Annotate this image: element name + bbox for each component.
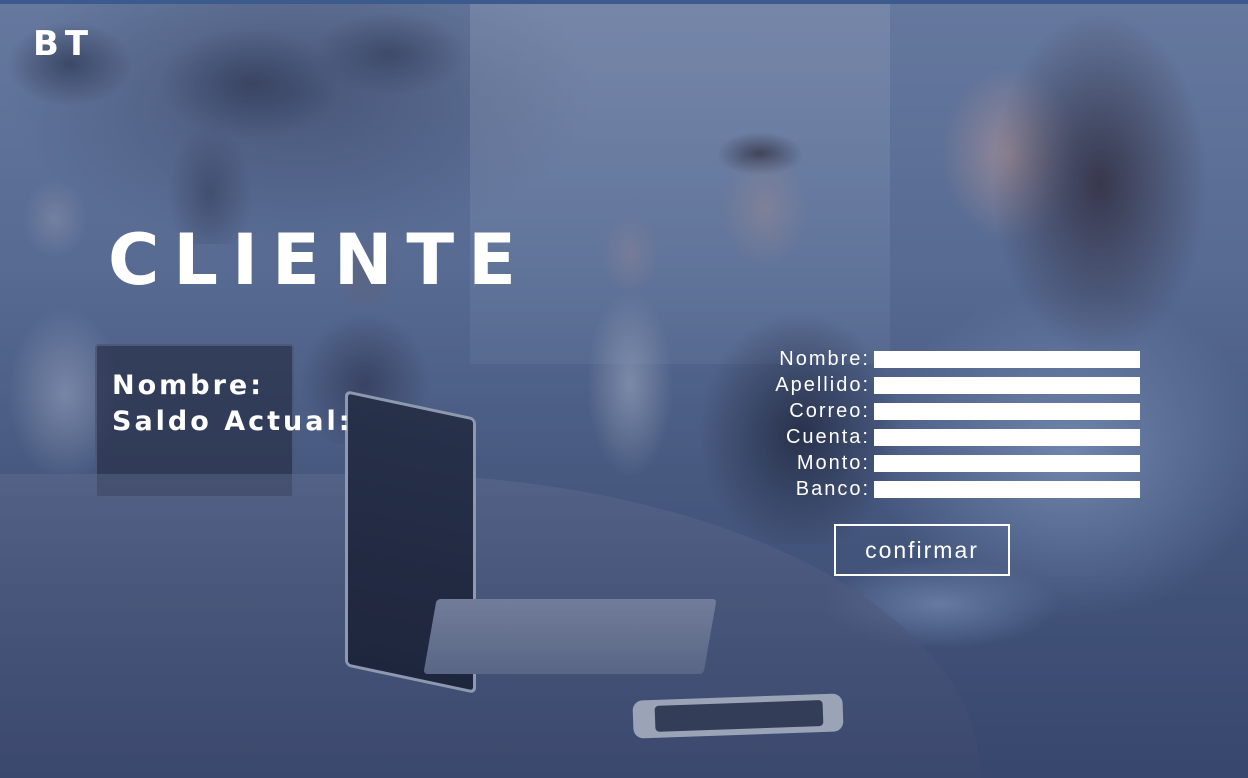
- banco-label: Banco:: [795, 478, 870, 500]
- apellido-label: Apellido:: [775, 374, 870, 396]
- form-row-apellido: Apellido:: [740, 372, 1150, 398]
- brand-logo: BT: [33, 24, 95, 64]
- form-row-nombre: Nombre:: [740, 346, 1150, 372]
- apellido-input[interactable]: [874, 376, 1140, 394]
- client-name-label: Nombre:: [112, 370, 265, 401]
- correo-label: Correo:: [789, 400, 870, 422]
- monto-input[interactable]: [874, 454, 1140, 472]
- form-row-cuenta: Cuenta:: [740, 424, 1150, 450]
- form-row-banco: Banco:: [740, 476, 1150, 502]
- banco-input[interactable]: [874, 480, 1140, 498]
- transfer-form: Nombre: Apellido: Correo: Cuenta: Monto:…: [740, 346, 1150, 502]
- page-title: CLIENTE: [108, 219, 530, 301]
- correo-input[interactable]: [874, 402, 1140, 420]
- client-info: Nombre: Saldo Actual:: [112, 368, 353, 440]
- cuenta-label: Cuenta:: [785, 426, 870, 448]
- client-balance-label: Saldo Actual:: [112, 406, 353, 437]
- form-row-monto: Monto:: [740, 450, 1150, 476]
- monto-label: Monto:: [796, 452, 870, 474]
- nombre-label: Nombre:: [779, 348, 870, 370]
- nombre-input[interactable]: [874, 350, 1140, 368]
- form-row-correo: Correo:: [740, 398, 1150, 424]
- confirm-button[interactable]: confirmar: [834, 524, 1010, 576]
- cuenta-input[interactable]: [874, 428, 1140, 446]
